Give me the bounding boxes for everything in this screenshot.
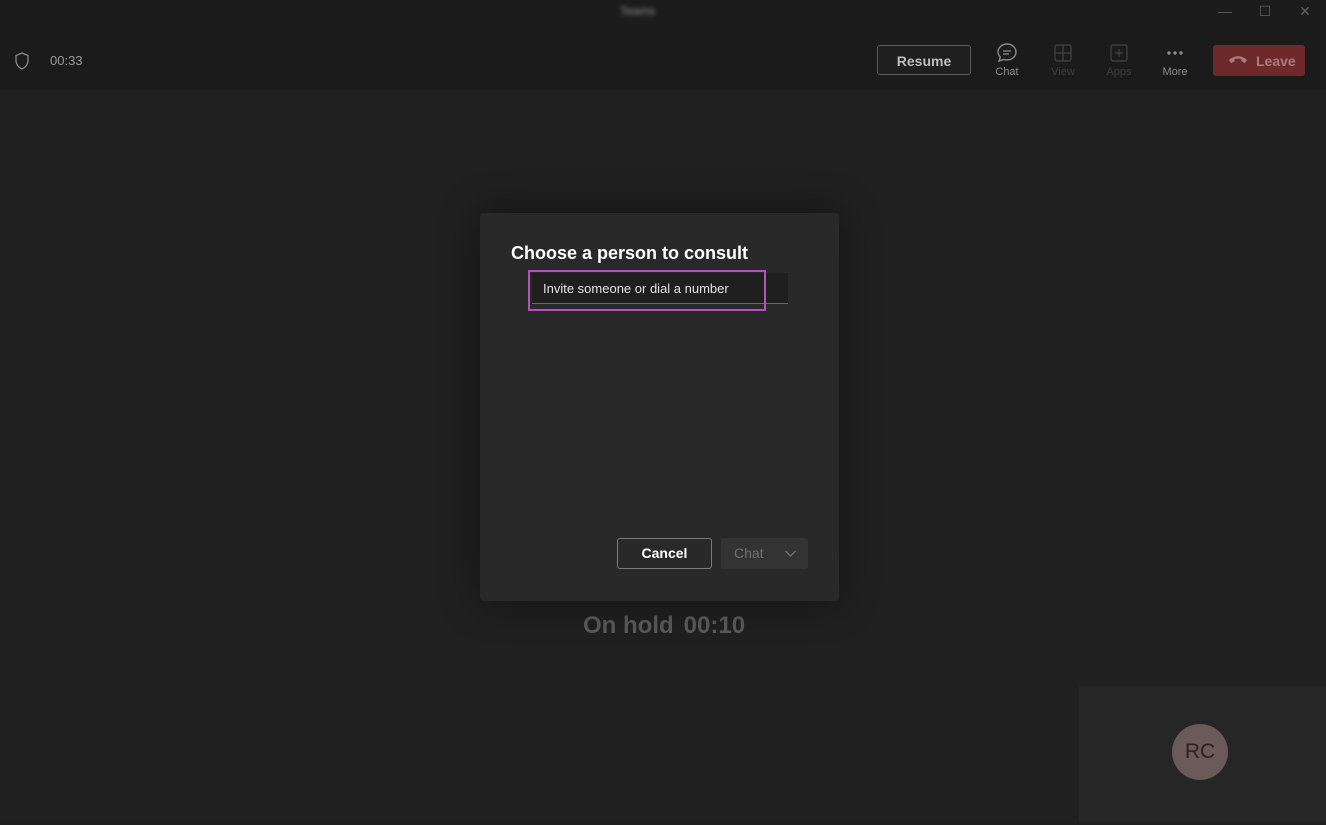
avatar: RC [1172,724,1228,780]
maximize-button[interactable]: ☐ [1250,2,1280,20]
chat-tool-label: Chat [995,66,1019,78]
on-hold-timer: 00:10 [683,612,746,639]
self-video-tile[interactable]: RC [1079,686,1326,822]
cancel-button[interactable]: Cancel [617,538,712,569]
minimize-button[interactable]: — [1210,2,1240,20]
apps-tool-button[interactable]: Apps [1097,42,1141,86]
more-tool-label: More [1162,66,1188,78]
chat-bubble-icon [997,43,1017,63]
meeting-toolbar: 00:33 Resume Chat View Apps More Leave [0,24,1326,90]
dialog-title: Choose a person to consult [511,243,749,263]
teams-call-window: Teams — ☐ ✕ 00:33 Resume Chat View Apps … [0,0,1326,825]
close-window-button[interactable]: ✕ [1290,2,1320,20]
view-tool-button[interactable]: View [1041,42,1085,86]
apps-tool-label: Apps [1106,66,1132,78]
view-tool-label: View [1051,66,1075,78]
chevron-down-icon[interactable] [784,547,797,560]
ellipsis-icon [1167,51,1183,55]
add-app-icon [1110,44,1128,62]
hang-up-icon [1229,56,1247,63]
on-hold-status: On hold 00:10 [583,612,755,640]
shield-icon [15,52,29,70]
resume-button[interactable]: Resume [877,45,971,75]
window-title: Teams [620,4,656,18]
consult-dialog: Choose a person to consult Cancel Chat [480,213,839,601]
leave-label: Leave [1256,53,1296,69]
grid-view-icon [1054,44,1072,62]
chat-tool-button[interactable]: Chat [985,42,1029,86]
chat-button-label: Chat [734,545,764,561]
chat-split-button[interactable]: Chat [721,538,808,569]
more-tool-button[interactable]: More [1153,42,1197,86]
call-timer: 00:33 [50,53,83,68]
leave-button[interactable]: Leave [1213,45,1305,76]
window-title-bar: Teams — ☐ ✕ [0,0,1326,24]
on-hold-label: On hold [583,612,674,639]
invite-input-highlight [528,270,766,311]
